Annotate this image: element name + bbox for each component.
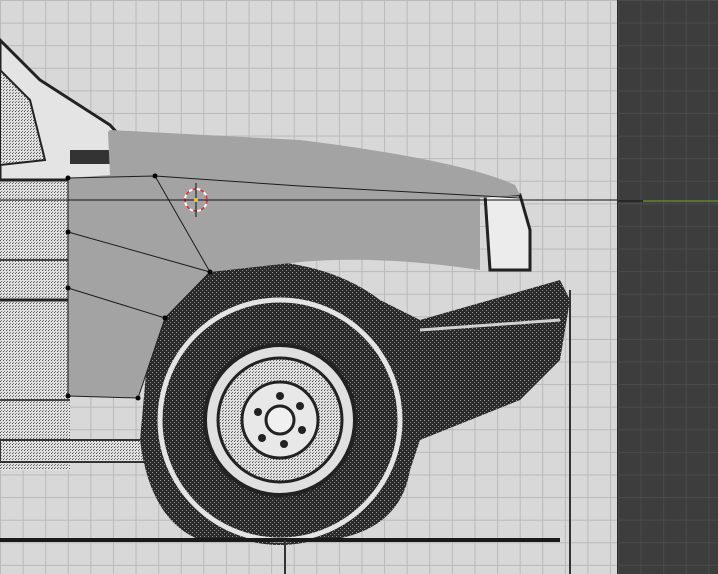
blueprint-rocker [0, 439, 161, 463]
blueprint-body-side [0, 150, 70, 470]
viewport-scene [0, 37, 618, 574]
vertex[interactable] [152, 173, 158, 179]
blender-3d-viewport[interactable] [0, 0, 718, 574]
vertex[interactable] [162, 315, 168, 321]
viewport-right-scene [618, 200, 718, 202]
vertex[interactable] [65, 229, 71, 235]
blueprint-hub-center [264, 404, 296, 436]
vertex[interactable] [65, 175, 71, 181]
vertex[interactable] [207, 269, 213, 275]
viewport-left-pane[interactable] [0, 0, 618, 574]
blueprint-mirror [70, 150, 110, 164]
vertex[interactable] [65, 393, 71, 399]
vertex[interactable] [135, 395, 141, 401]
vertex[interactable] [65, 285, 71, 291]
blueprint-headlight [483, 193, 532, 272]
viewport-right-pane[interactable] [618, 0, 718, 574]
